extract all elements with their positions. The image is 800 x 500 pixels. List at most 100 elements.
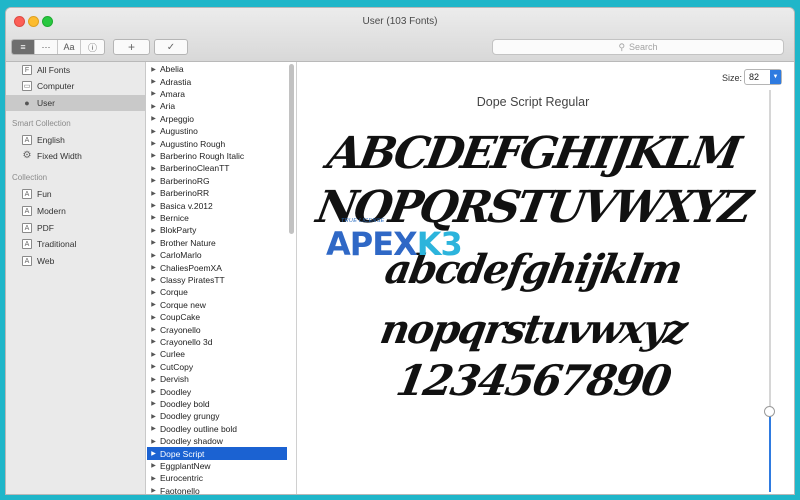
disclosure-triangle-icon[interactable]: ▶: [147, 239, 160, 246]
disclosure-triangle-icon[interactable]: ▶: [147, 115, 160, 122]
disclosure-triangle-icon[interactable]: ▶: [147, 376, 160, 383]
font-list-item[interactable]: ▶ Crayonello: [147, 323, 287, 335]
font-list-item[interactable]: ▶ BarberinoCleanTT: [147, 162, 287, 174]
font-list-scrollbar[interactable]: [289, 64, 294, 234]
font-list-item[interactable]: ▶ BlokParty: [147, 224, 287, 236]
sidebar-item-all-fonts[interactable]: F All Fonts: [6, 62, 146, 78]
sidebar-item-label: Modern: [37, 206, 66, 216]
disclosure-triangle-icon[interactable]: ▶: [147, 363, 160, 370]
disclosure-triangle-icon[interactable]: ▶: [147, 140, 160, 147]
sidebar-item-english[interactable]: A English: [6, 132, 146, 148]
font-list-item[interactable]: ▶ Aria: [147, 100, 287, 112]
font-list-item[interactable]: ▶ Dervish: [147, 373, 287, 385]
disclosure-triangle-icon[interactable]: ▶: [147, 413, 160, 420]
sample-view-button[interactable]: ≡: [12, 40, 35, 54]
font-list-item[interactable]: ▶ Amara: [147, 88, 287, 100]
font-list-item[interactable]: ▶ Barberino Rough Italic: [147, 150, 287, 162]
font-list-item[interactable]: ▶ Basica v.2012: [147, 199, 287, 211]
sidebar-item-computer[interactable]: ▭ Computer: [6, 78, 146, 94]
font-list-item[interactable]: ▶ Crayonello 3d: [147, 336, 287, 348]
collection-icon: A: [22, 256, 32, 266]
watermark-part-2: K3: [416, 225, 463, 263]
repertoire-view-button[interactable]: ⋯: [35, 40, 58, 54]
disclosure-triangle-icon[interactable]: ▶: [147, 301, 160, 308]
sidebar-item-fun[interactable]: A Fun: [6, 186, 146, 202]
font-list-item[interactable]: ▶ Doodley grungy: [147, 410, 287, 422]
search-icon: ⚲: [618, 41, 626, 52]
font-list-item[interactable]: ▶ EggplantNew: [147, 460, 287, 472]
font-list-item[interactable]: ▶ Brother Nature: [147, 237, 287, 249]
font-list-item[interactable]: ▶ CarloMarlo: [147, 249, 287, 261]
disclosure-triangle-icon[interactable]: ▶: [147, 487, 160, 494]
font-list-item[interactable]: ▶ Augustino: [147, 125, 287, 137]
font-list-item[interactable]: ▶ ChaliesPoemXA: [147, 261, 287, 273]
disclosure-triangle-icon[interactable]: ▶: [147, 66, 160, 73]
size-slider-knob[interactable]: [764, 406, 775, 418]
disclosure-triangle-icon[interactable]: ▶: [147, 351, 160, 358]
disclosure-triangle-icon[interactable]: ▶: [147, 190, 160, 197]
search-field[interactable]: ⚲ Search: [492, 39, 784, 55]
disclosure-triangle-icon[interactable]: ▶: [147, 165, 160, 172]
sidebar-item-label: User: [37, 98, 55, 108]
font-list-item[interactable]: ▶ Classy PiratesTT: [147, 274, 287, 286]
font-list-item[interactable]: ▶ Adrastia: [147, 75, 287, 87]
info-view-button[interactable]: ⓘ: [81, 40, 104, 54]
size-slider-track[interactable]: [769, 90, 771, 492]
custom-view-button[interactable]: Aa: [58, 40, 81, 54]
disclosure-triangle-icon[interactable]: ▶: [147, 338, 160, 345]
validate-font-button[interactable]: ✓: [154, 39, 188, 55]
disclosure-triangle-icon[interactable]: ▶: [147, 128, 160, 135]
disclosure-triangle-icon[interactable]: ▶: [147, 400, 160, 407]
disclosure-triangle-icon[interactable]: ▶: [147, 388, 160, 395]
disclosure-triangle-icon[interactable]: ▶: [147, 264, 160, 271]
disclosure-triangle-icon[interactable]: ▶: [147, 177, 160, 184]
disclosure-triangle-icon[interactable]: ▶: [147, 78, 160, 85]
size-select[interactable]: 82 ▼: [744, 69, 782, 85]
font-list-item[interactable]: ▶ Dope Script: [147, 447, 287, 460]
disclosure-triangle-icon[interactable]: ▶: [147, 475, 160, 482]
font-list-item[interactable]: ▶ CoupCake: [147, 311, 287, 323]
font-list-item[interactable]: ▶ BarberinoRR: [147, 187, 287, 199]
sidebar-item-user[interactable]: ● User: [6, 95, 146, 111]
font-list-item[interactable]: ▶ Doodley bold: [147, 398, 287, 410]
disclosure-triangle-icon[interactable]: ▶: [147, 252, 160, 259]
smart-collection-heading: Smart Collection: [12, 119, 71, 128]
add-font-button[interactable]: +: [113, 39, 150, 55]
font-list-item[interactable]: ▶ Eurocentric: [147, 472, 287, 484]
disclosure-triangle-icon[interactable]: ▶: [147, 90, 160, 97]
font-list-item-label: Aria: [160, 101, 176, 112]
sidebar-item-traditional[interactable]: A Traditional: [6, 236, 146, 252]
disclosure-triangle-icon[interactable]: ▶: [147, 438, 160, 445]
disclosure-triangle-icon[interactable]: ▶: [147, 214, 160, 221]
disclosure-triangle-icon[interactable]: ▶: [147, 152, 160, 159]
font-list-item[interactable]: ▶ Faotonello: [147, 485, 287, 494]
disclosure-triangle-icon[interactable]: ▶: [147, 202, 160, 209]
disclosure-triangle-icon[interactable]: ▶: [147, 326, 160, 333]
sidebar-item-web[interactable]: A Web: [6, 253, 146, 269]
disclosure-triangle-icon[interactable]: ▶: [147, 314, 160, 321]
font-list-item[interactable]: ▶ Augustino Rough: [147, 137, 287, 149]
font-list-item[interactable]: ▶ Doodley shadow: [147, 435, 287, 447]
sidebar-item-fixed-width[interactable]: ⚙ Fixed Width: [6, 148, 146, 164]
font-list-item[interactable]: ▶ Curlee: [147, 348, 287, 360]
disclosure-triangle-icon[interactable]: ▶: [147, 450, 160, 457]
font-list-item[interactable]: ▶ Corque new: [147, 299, 287, 311]
font-list-item[interactable]: ▶ Doodley: [147, 385, 287, 397]
font-list-item[interactable]: ▶ Doodley outline bold: [147, 423, 287, 435]
font-list-item[interactable]: ▶ Corque: [147, 286, 287, 298]
font-list-item[interactable]: ▶ CutCopy: [147, 361, 287, 373]
disclosure-triangle-icon[interactable]: ▶: [147, 227, 160, 234]
font-list-item[interactable]: ▶ BarberinoRG: [147, 175, 287, 187]
font-list-item[interactable]: ▶ Abelia: [147, 63, 287, 75]
disclosure-triangle-icon[interactable]: ▶: [147, 462, 160, 469]
disclosure-triangle-icon[interactable]: ▶: [147, 103, 160, 110]
disclosure-triangle-icon[interactable]: ▶: [147, 276, 160, 283]
font-list-item-label: Abelia: [160, 64, 184, 75]
font-list-item[interactable]: ▶ Arpeggio: [147, 113, 287, 125]
disclosure-triangle-icon[interactable]: ▶: [147, 289, 160, 296]
title-bar: User (103 Fonts) ≡ ⋯ Aa ⓘ + ✓ ⚲ Search: [6, 8, 794, 62]
sidebar-item-modern[interactable]: A Modern: [6, 203, 146, 219]
font-list-item[interactable]: ▶ Bernice: [147, 212, 287, 224]
sidebar-item-pdf[interactable]: A PDF: [6, 220, 146, 236]
disclosure-triangle-icon[interactable]: ▶: [147, 425, 160, 432]
